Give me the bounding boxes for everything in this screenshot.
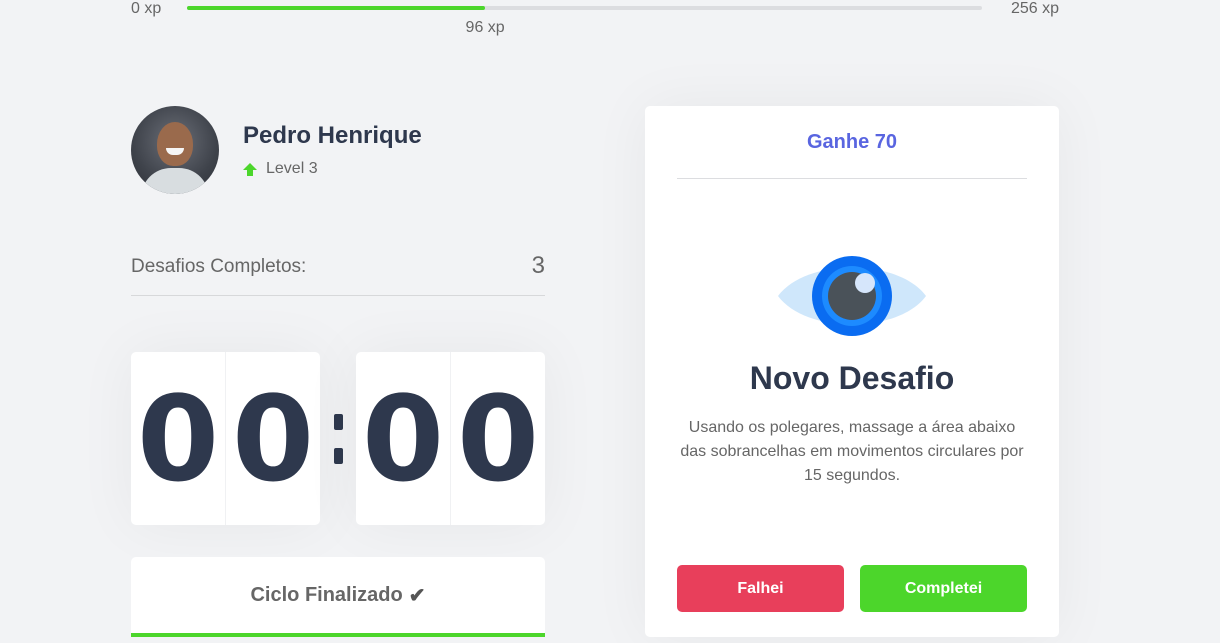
complete-button[interactable]: Completei xyxy=(860,565,1027,612)
completed-challenges: Desafios Completos: 3 xyxy=(131,250,545,296)
experience-bar: 0 xp 96 xp 256 xp xyxy=(131,0,1059,40)
minute-digit-tens: 0 xyxy=(136,369,220,508)
countdown-separator xyxy=(320,413,356,464)
profile-level: Level 3 xyxy=(243,160,422,178)
profile-info: Pedro Henrique Level 3 xyxy=(243,122,422,178)
level-up-icon xyxy=(243,162,257,176)
check-icon: ✔ xyxy=(408,584,426,607)
eye-icon xyxy=(778,256,926,336)
minute-digit-ones: 0 xyxy=(225,352,320,525)
countdown: 0 0 0 0 xyxy=(131,352,545,525)
challenge-description: Usando os polegares, massage a área abai… xyxy=(680,419,1024,484)
challenge-box: Ganhe 70 Novo Desafio Usando os polegare… xyxy=(645,106,1059,637)
completed-challenges-count: 3 xyxy=(531,252,545,279)
xp-max-label: 256 xp xyxy=(1010,0,1059,17)
cycle-finished-label: Ciclo Finalizado xyxy=(250,583,403,606)
second-digit-ones: 0 xyxy=(450,352,545,525)
countdown-seconds: 0 0 xyxy=(356,352,545,525)
xp-min-label: 0 xp xyxy=(131,0,162,17)
profile: Pedro Henrique Level 3 xyxy=(131,106,422,194)
xp-current-label: 96 xp xyxy=(465,19,505,36)
challenge-title: Novo Desafio xyxy=(749,360,955,396)
fail-button[interactable]: Falhei xyxy=(677,565,844,612)
challenge-reward: Ganhe 70 xyxy=(677,106,1027,179)
avatar xyxy=(131,106,219,194)
profile-level-label: Level 3 xyxy=(266,160,318,177)
cycle-finished-button[interactable]: Ciclo Finalizado ✔ xyxy=(131,557,545,637)
xp-fill xyxy=(187,6,486,10)
second-digit-tens: 0 xyxy=(361,369,445,508)
completed-challenges-label: Desafios Completos: xyxy=(131,256,307,277)
xp-track xyxy=(187,6,982,10)
countdown-minutes: 0 0 xyxy=(131,352,320,525)
profile-name: Pedro Henrique xyxy=(243,122,422,149)
